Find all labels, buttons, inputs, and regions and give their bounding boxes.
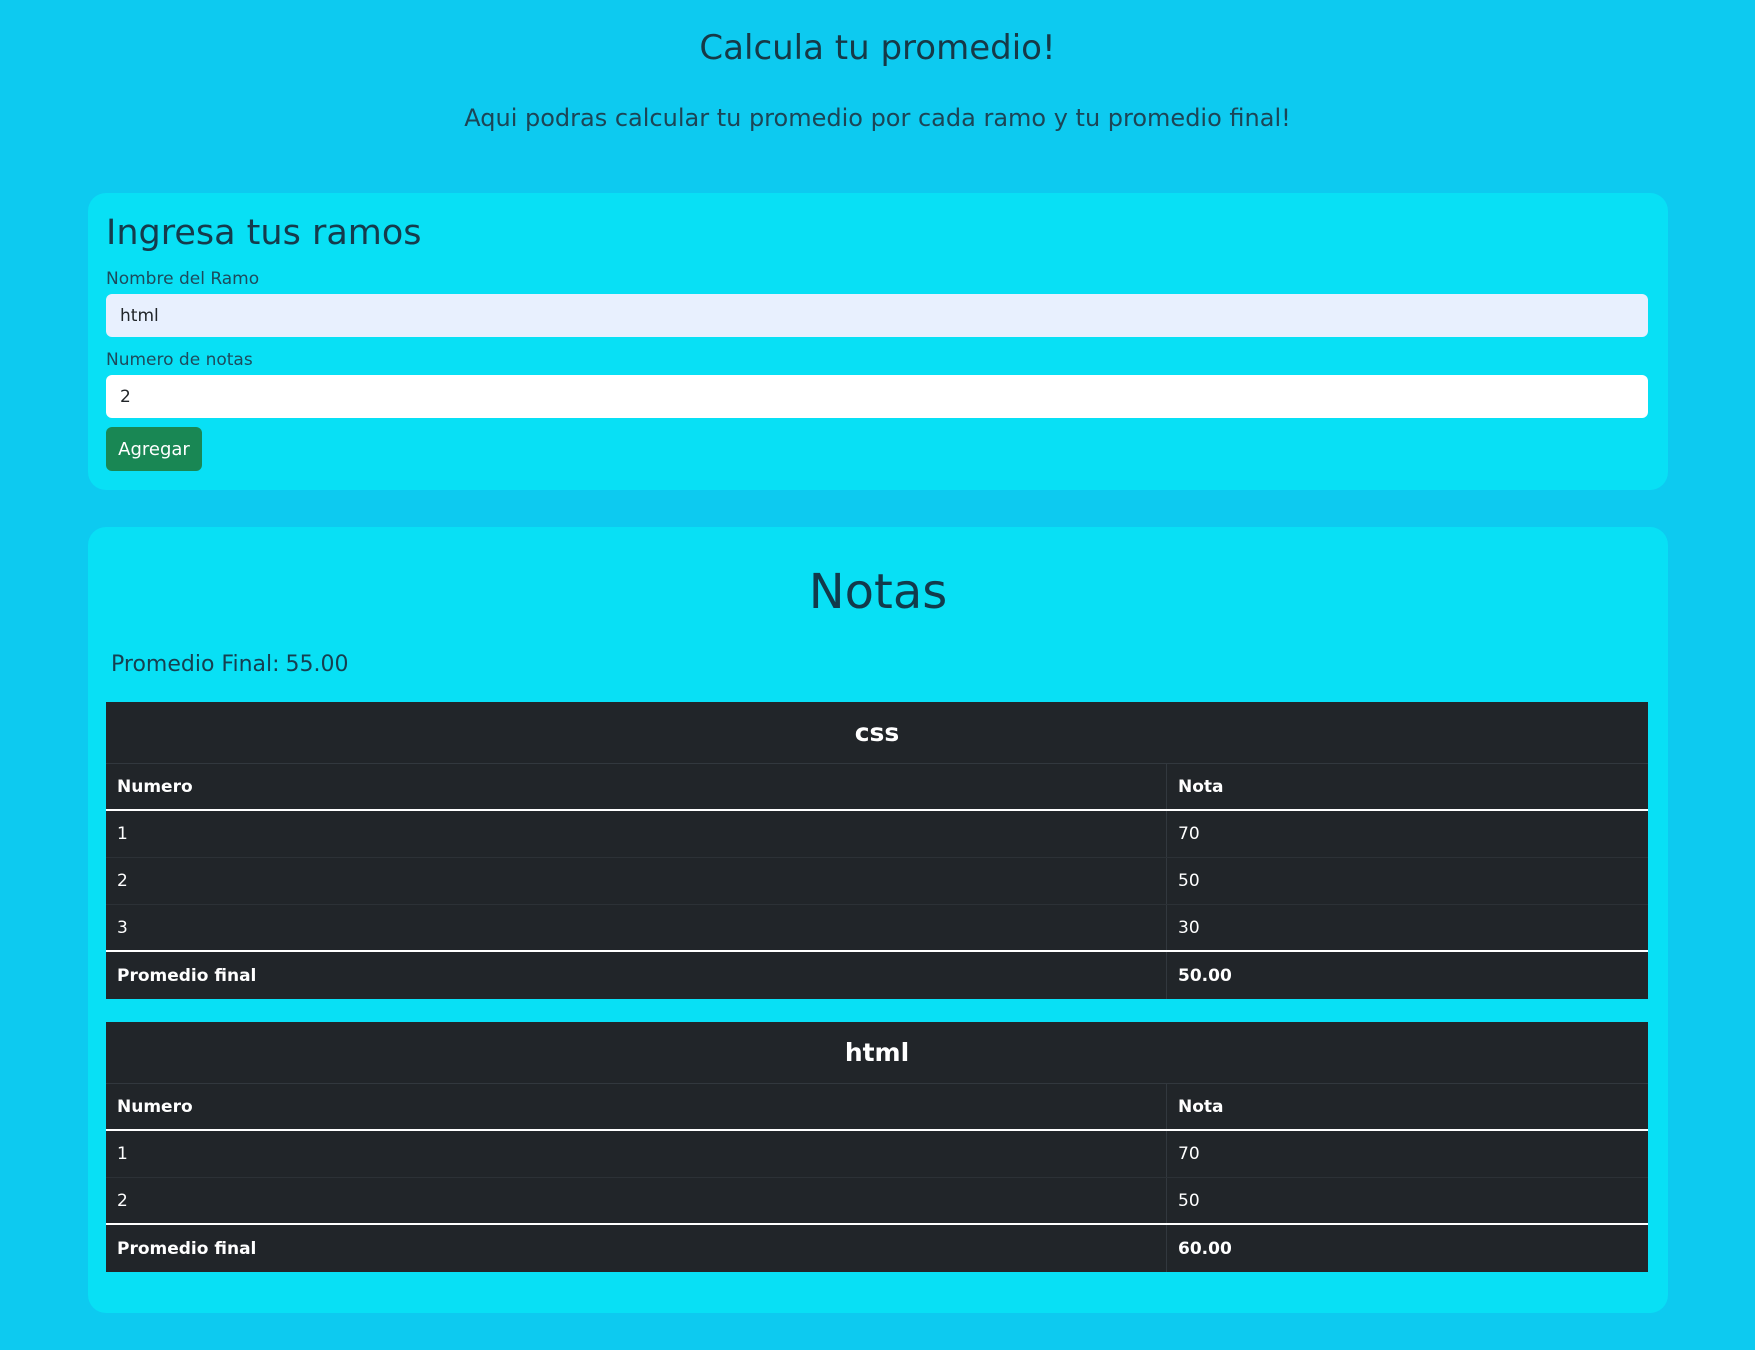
footer-label: Promedio final: [106, 952, 1167, 999]
table-row: 3 30: [106, 905, 1648, 952]
column-header-nota: Nota: [1178, 776, 1224, 797]
final-average-value: 55.00: [285, 652, 349, 677]
column-header-numero: Numero: [106, 764, 1167, 809]
column-header-numero: Numero: [106, 1084, 1167, 1129]
subject-table-html: html Numero Nota 1 70 2 50 Promedio fina…: [106, 1022, 1648, 1272]
column-header-nota: Nota: [1178, 1096, 1224, 1117]
subject-table-title: css: [106, 702, 1648, 764]
table-footer-row: Promedio final 50.00: [106, 952, 1648, 999]
cell-numero: 1: [106, 1131, 1167, 1177]
table-header-row: Numero Nota: [106, 764, 1648, 811]
cell-nota: 70: [1178, 824, 1200, 844]
subject-table-title: html: [106, 1022, 1648, 1084]
grades-heading: Notas: [808, 564, 948, 620]
grade-count-label: Numero de notas: [106, 350, 253, 370]
table-row: 2 50: [106, 858, 1648, 905]
final-average-label: Promedio Final:: [111, 652, 280, 677]
final-average: Promedio Final: 55.00: [111, 652, 349, 677]
footer-average: 60.00: [1178, 1238, 1232, 1259]
table-header-row: Numero Nota: [106, 1084, 1648, 1131]
cell-numero: 2: [106, 1178, 1167, 1223]
table-row: 1 70: [106, 1131, 1648, 1178]
ramo-name-label: Nombre del Ramo: [106, 269, 260, 289]
grade-count-input[interactable]: [106, 375, 1648, 418]
page-subtitle: Aqui podras calcular tu promedio por cad…: [464, 104, 1291, 132]
cell-nota: 50: [1178, 1190, 1200, 1211]
cell-numero: 1: [106, 811, 1167, 857]
footer-average: 50.00: [1178, 965, 1232, 986]
cell-nota: 50: [1178, 871, 1200, 891]
table-footer-row: Promedio final 60.00: [106, 1225, 1648, 1272]
page-title: Calcula tu promedio!: [699, 28, 1056, 68]
cell-nota: 30: [1178, 917, 1200, 938]
footer-label: Promedio final: [106, 1225, 1167, 1272]
add-button[interactable]: Agregar: [106, 427, 202, 471]
add-subject-card: Ingresa tus ramos Nombre del Ramo Numero…: [88, 193, 1668, 490]
grades-card: Notas Promedio Final: 55.00 css Numero No…: [88, 527, 1668, 1313]
cell-numero: 2: [106, 858, 1167, 904]
table-row: 1 70: [106, 811, 1648, 858]
subject-table-css: css Numero Nota 1 70 2 50 3 30 Promedio …: [106, 702, 1648, 999]
ramo-name-input[interactable]: [106, 294, 1648, 337]
form-heading: Ingresa tus ramos: [106, 213, 422, 253]
table-row: 2 50: [106, 1178, 1648, 1225]
cell-numero: 3: [106, 905, 1167, 950]
cell-nota: 70: [1178, 1144, 1200, 1164]
